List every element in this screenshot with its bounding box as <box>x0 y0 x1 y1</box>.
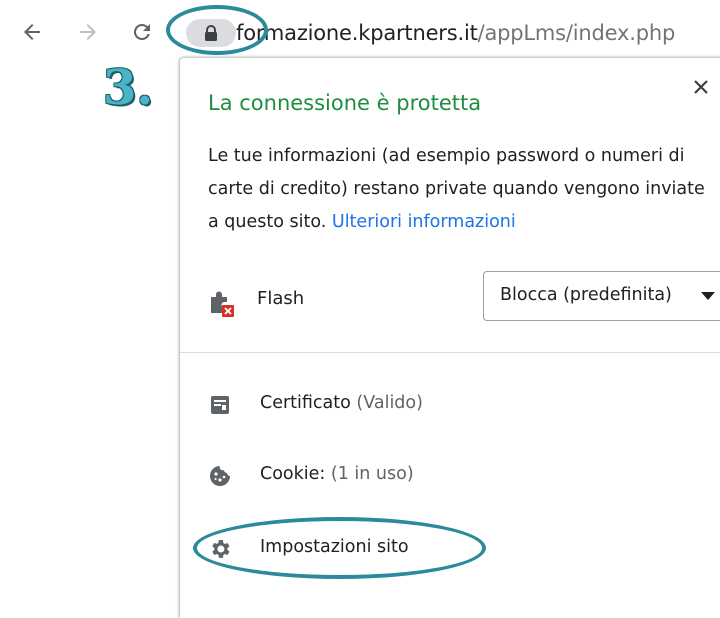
lock-icon <box>205 25 217 41</box>
divider <box>180 352 720 353</box>
certificate-icon <box>211 396 229 414</box>
menu-item-site-settings[interactable]: Impostazioni sito <box>208 528 708 568</box>
step-number: 3. <box>103 60 154 116</box>
site-info-popup: La connessione è protetta Le tue informa… <box>180 58 720 618</box>
select-value: Blocca (predefinita) <box>500 285 672 305</box>
reload-icon <box>133 23 150 40</box>
cookie-icon <box>210 466 230 486</box>
cookie-label: Cookie: <box>260 464 326 484</box>
site-settings-label: Impostazioni sito <box>260 537 409 557</box>
arrow-left-icon <box>24 24 40 40</box>
more-info-link[interactable]: Ulteriori informazioni <box>332 212 516 232</box>
puzzle-blocked-icon <box>211 291 234 317</box>
reload-button[interactable] <box>127 17 157 47</box>
permission-row-flash: Flash Blocca (predefinita) <box>208 271 720 326</box>
permission-label: Flash <box>257 288 305 309</box>
menu-label: Impostazioni sito <box>260 537 409 557</box>
url-path: /appLms/index.php <box>477 21 676 45</box>
close-icon <box>694 80 708 94</box>
menu-label: Cookie: (1 in uso) <box>260 464 414 484</box>
popup-title: La connessione è protetta <box>208 91 482 115</box>
cookie-count: (1 in uso) <box>330 464 414 484</box>
url-host: formazione.kpartners.it <box>236 21 478 45</box>
address-bar[interactable]: formazione.kpartners.it/appLms/index.php <box>236 17 675 49</box>
menu-item-cookie[interactable]: Cookie: (1 in uso) <box>208 455 708 495</box>
close-button[interactable] <box>688 74 714 100</box>
forward-button[interactable] <box>73 17 103 47</box>
popup-description: Le tue informazioni (ad esempio password… <box>208 140 710 239</box>
caret-down-icon <box>701 292 715 300</box>
certificate-label: Certificato <box>260 393 351 413</box>
site-info-button[interactable] <box>186 19 236 47</box>
flash-permission-select[interactable]: Blocca (predefinita) <box>483 271 720 321</box>
certificate-status: (Valido) <box>356 393 423 413</box>
menu-item-certificate[interactable]: Certificato (Valido) <box>208 384 708 424</box>
arrow-right-icon <box>80 24 96 40</box>
menu-label: Certificato (Valido) <box>260 393 423 413</box>
gear-icon <box>212 540 230 558</box>
back-button[interactable] <box>17 17 47 47</box>
browser-toolbar: formazione.kpartners.it/appLms/index.php <box>0 0 720 66</box>
